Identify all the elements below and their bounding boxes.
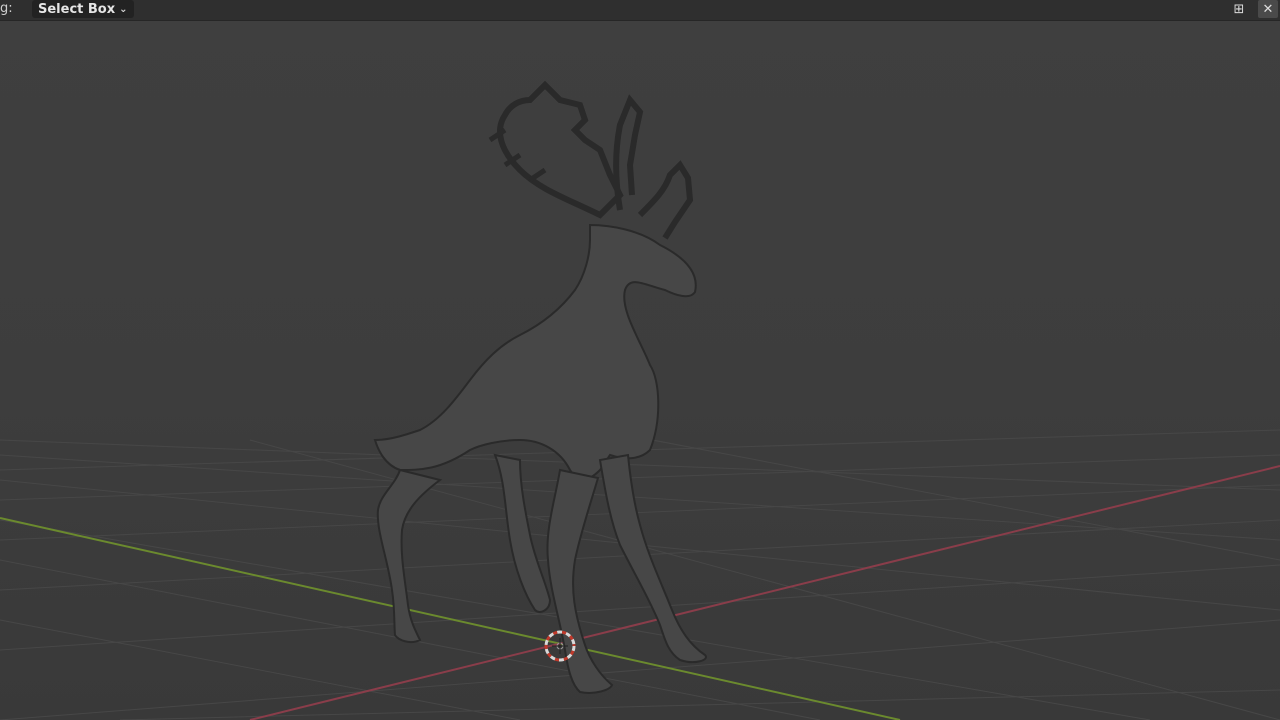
close-icon[interactable]: ✕ bbox=[1258, 0, 1278, 18]
deer-mesh[interactable] bbox=[373, 80, 707, 694]
chevron-down-icon: ⌄ bbox=[119, 3, 128, 15]
viewport-header: g: Select Box ⌄ ⊞ ✕ bbox=[0, 0, 1280, 21]
viewport-canvas[interactable] bbox=[0, 0, 1280, 720]
3d-viewport[interactable] bbox=[0, 0, 1280, 720]
transform-pivot-icon[interactable]: ⊞ bbox=[1229, 0, 1249, 18]
select-box-dropdown[interactable]: Select Box ⌄ bbox=[32, 0, 134, 18]
select-box-label: Select Box bbox=[38, 1, 116, 17]
drag-mode-label: g: bbox=[0, 1, 13, 16]
